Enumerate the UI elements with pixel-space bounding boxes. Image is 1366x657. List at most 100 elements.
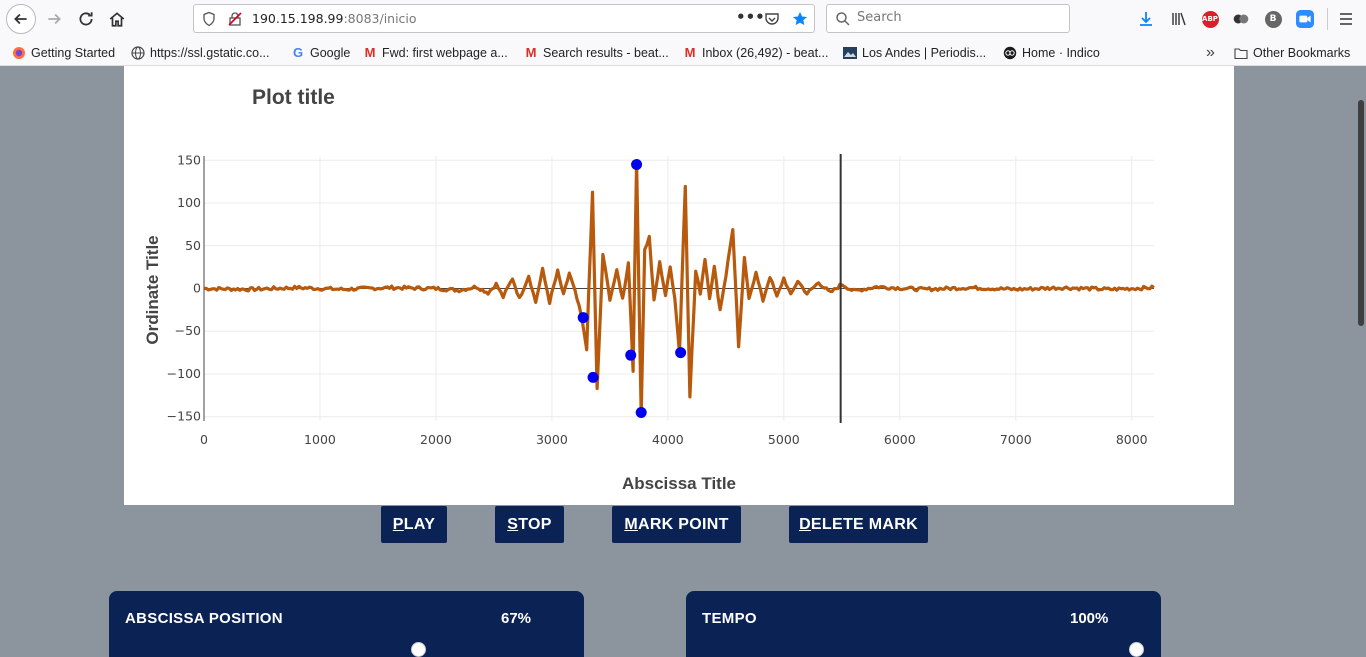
- downloads-button[interactable]: [1136, 9, 1156, 29]
- bookmark-label: Inbox (26,492) - beat...: [702, 45, 829, 60]
- mark-point-button[interactable]: M ARK POINT: [612, 506, 741, 543]
- adblock-icon: ABP: [1201, 10, 1219, 28]
- url-bar[interactable]: 190.15.198.99:8083/inicio •••: [193, 4, 815, 33]
- search-icon: [836, 12, 850, 26]
- y-tick-label: 100: [177, 195, 201, 210]
- url-path: :8083/inicio: [343, 11, 417, 26]
- reload-button[interactable]: [72, 5, 100, 33]
- x-tick-label: 4000: [652, 432, 684, 447]
- bookmark-label: Home · Indico: [1022, 45, 1100, 60]
- gmail-icon: M: [364, 45, 376, 60]
- marked-point: [631, 159, 643, 171]
- x-tick-label: 1000: [304, 432, 336, 447]
- play-label: LAY: [403, 515, 436, 533]
- abscissa-position-label: ABSCISSA POSITION: [125, 610, 283, 627]
- bookmark-label: Search results - beat...: [543, 45, 669, 60]
- reload-icon: [79, 12, 93, 26]
- bookmark-google[interactable]: G Google: [291, 44, 350, 61]
- bookmarks-overflow-chevron-icon[interactable]: »: [1206, 44, 1215, 61]
- x-axis-title: Abscissa Title: [622, 474, 736, 493]
- waveform-chart[interactable]: Plot title Abscissa Title Ordinate Title…: [124, 66, 1234, 505]
- home-button[interactable]: [103, 5, 131, 33]
- play-accesskey: P: [392, 515, 404, 533]
- bookmark-label: Los Andes | Periodis...: [862, 45, 987, 60]
- gmail-icon: M: [684, 45, 696, 60]
- y-tick-label: −150: [167, 409, 201, 424]
- bookmark-los-andes[interactable]: Los Andes | Periodis...: [843, 44, 986, 61]
- back-button[interactable]: [6, 4, 36, 34]
- extension-dots-icon: [1233, 14, 1249, 24]
- home-icon: [109, 12, 125, 27]
- bookmark-star-icon[interactable]: [792, 11, 808, 27]
- tempo-value: 100%: [1070, 610, 1109, 627]
- bookmark-label: Google: [310, 45, 351, 60]
- stop-button[interactable]: S TOP: [495, 506, 564, 543]
- abscissa-position-slider-handle[interactable]: [410, 642, 426, 657]
- other-bookmarks-label: Other Bookmarks: [1253, 45, 1351, 60]
- y-tick-label: 0: [193, 281, 201, 296]
- url-host: 190.15.198.99: [252, 11, 344, 26]
- bookmark-inbox[interactable]: M Inbox (26,492) - beat...: [683, 44, 829, 61]
- bookmark-search-results[interactable]: M Search results - beat...: [524, 44, 669, 61]
- marked-point: [635, 406, 647, 418]
- download-icon: [1140, 12, 1152, 26]
- browser-toolbar: 190.15.198.99:8083/inicio ••• ABP B: [0, 0, 1366, 38]
- mark-label: ARK POINT: [637, 515, 729, 533]
- search-bar[interactable]: [826, 4, 1070, 33]
- y-tick-label: 50: [185, 238, 201, 253]
- y-axis-title: Ordinate Title: [143, 235, 162, 344]
- delete-mark-button[interactable]: D ELETE MARK: [789, 506, 928, 543]
- bookmark-gstatic[interactable]: https://ssl.gstatic.co...: [131, 44, 270, 61]
- x-tick-label: 7000: [1000, 432, 1032, 447]
- y-tick-label: −100: [167, 366, 201, 381]
- x-tick-label: 2000: [420, 432, 452, 447]
- library-icon: [1172, 12, 1186, 26]
- play-button[interactable]: P LAY: [381, 506, 447, 543]
- marked-point: [577, 312, 589, 324]
- tempo-label: TEMPO: [702, 610, 757, 627]
- x-tick-label: 3000: [536, 432, 568, 447]
- stop-label: TOP: [518, 515, 552, 533]
- bookmark-label: Getting Started: [31, 45, 116, 60]
- globe-icon: [131, 45, 145, 60]
- news-icon: [843, 46, 857, 60]
- other-bookmarks-folder[interactable]: Other Bookmarks: [1234, 44, 1350, 61]
- pocket-icon[interactable]: [764, 11, 780, 27]
- extension-button[interactable]: [1231, 9, 1251, 29]
- bookmark-label: Fwd: first webpage a...: [382, 45, 508, 60]
- zoom-extension-button[interactable]: [1295, 9, 1315, 29]
- page-actions-icon[interactable]: •••: [736, 8, 765, 26]
- mark-accesskey: M: [624, 515, 638, 533]
- x-tick-label: 8000: [1116, 432, 1148, 447]
- page-scrollbar[interactable]: [1356, 66, 1366, 657]
- insecure-lock-icon: [228, 12, 242, 26]
- hamburger-menu-icon: [1340, 13, 1352, 25]
- tempo-slider-handle[interactable]: [1129, 642, 1144, 657]
- search-input[interactable]: [857, 10, 1057, 25]
- forward-button[interactable]: [40, 5, 68, 33]
- shield-icon: [203, 11, 215, 27]
- plot-card: Plot title Abscissa Title Ordinate Title…: [124, 66, 1234, 505]
- google-icon: G: [292, 45, 304, 60]
- menu-button[interactable]: [1336, 9, 1356, 29]
- bookmarks-bar: Getting Started https://ssl.gstatic.co..…: [0, 38, 1366, 66]
- scrollbar-thumb[interactable]: [1358, 100, 1364, 326]
- bookmark-fwd-first-webpage[interactable]: M Fwd: first webpage a...: [363, 44, 508, 61]
- bookmark-label: https://ssl.gstatic.co...: [150, 45, 270, 60]
- delete-label: ELETE MARK: [810, 515, 918, 533]
- y-tick-label: −50: [175, 323, 201, 338]
- profile-button[interactable]: B: [1263, 9, 1283, 29]
- url-text: 190.15.198.99:8083/inicio: [252, 11, 417, 26]
- profile-b-icon: B: [1264, 10, 1282, 28]
- x-tick-label: 0: [200, 432, 208, 447]
- marked-point: [675, 347, 687, 359]
- bookmark-indico[interactable]: Home · Indico: [1003, 44, 1100, 61]
- adblock-button[interactable]: ABP: [1200, 9, 1220, 29]
- x-tick-label: 6000: [884, 432, 916, 447]
- chart-title: Plot title: [252, 86, 335, 109]
- marked-point: [587, 371, 599, 383]
- x-tick-label: 5000: [768, 432, 800, 447]
- firefox-icon: [12, 46, 26, 60]
- library-button[interactable]: [1169, 9, 1189, 29]
- bookmark-getting-started[interactable]: Getting Started: [12, 44, 115, 61]
